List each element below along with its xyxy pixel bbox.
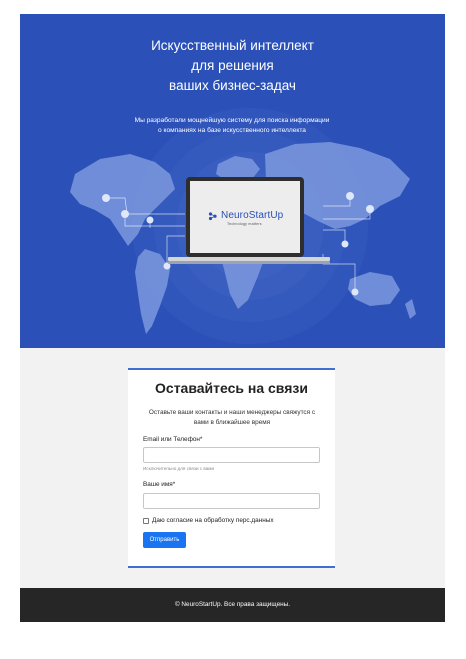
name-label: Ваше имя*: [143, 481, 176, 488]
submit-button[interactable]: Отправить: [143, 532, 186, 548]
page: Искусственный интеллект для решения ваши…: [20, 14, 445, 622]
contact-form-card: Оставайтесь на связи Оставьте ваши конта…: [128, 368, 335, 568]
brand-name: NeuroStartUp: [221, 210, 284, 221]
contact-title: Оставайтесь на связи: [155, 380, 308, 396]
footer-copyright: © NeuroStartUp. Все права защищены.: [174, 601, 291, 608]
consent-label[interactable]: Даю согласие на обработку перс.данных: [152, 517, 274, 524]
hero-title-line-1: Искусственный интеллект: [151, 38, 314, 53]
consent-row[interactable]: Даю согласие на обработку перс.данных: [143, 517, 274, 524]
hero-subtitle: Мы разработали мощнейшую систему для пои…: [134, 117, 330, 134]
email-hint: Исключительно для связи с вами: [143, 466, 215, 471]
hero-title-line-3: ваших бизнес-задач: [169, 78, 296, 93]
brand-tagline: Technology matters: [227, 222, 262, 226]
hero-title: Искусственный интеллект для решения ваши…: [20, 36, 445, 96]
contact-description: Оставьте ваши контакты и наши менеджеры …: [148, 409, 316, 426]
contact-section: Оставайтесь на связи Оставьте ваши конта…: [20, 348, 445, 588]
email-label: Email или Телефон*: [143, 436, 203, 443]
brand-network-icon: [208, 211, 217, 220]
consent-checkbox[interactable]: [143, 517, 149, 524]
brand-logo: NeuroStartUp Technology matters: [208, 210, 298, 226]
footer: © NeuroStartUp. Все права защищены.: [20, 588, 445, 622]
email-field[interactable]: [143, 447, 320, 463]
hero-section: Искусственный интеллект для решения ваши…: [20, 14, 445, 348]
hero-title-line-2: для решения: [191, 58, 274, 73]
name-field[interactable]: [143, 493, 320, 509]
